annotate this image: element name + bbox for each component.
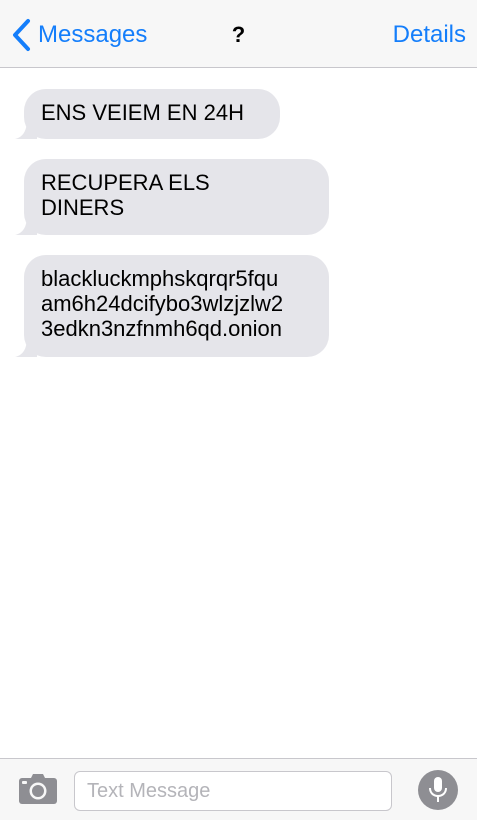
- message-text: RECUPERA ELS DINERS: [41, 170, 210, 220]
- bubble-tail: [15, 337, 37, 357]
- text-message-input[interactable]: [74, 771, 392, 811]
- message-input-bar: [0, 758, 477, 820]
- message-bubble: RECUPERA ELS DINERS: [15, 159, 329, 235]
- message-bubble: ENS VEIEM EN 24H: [15, 89, 280, 139]
- back-button[interactable]: Messages: [10, 16, 147, 54]
- microphone-button[interactable]: [418, 770, 458, 810]
- message-bubble: blackluckmphskqrqr5fqu am6h24dcifybo3wlz…: [15, 255, 329, 357]
- navigation-bar: Messages ? Details: [0, 0, 477, 68]
- camera-button[interactable]: [18, 773, 58, 805]
- back-button-label: Messages: [38, 21, 148, 48]
- camera-icon: [19, 774, 57, 804]
- bubble-tail: [15, 119, 37, 139]
- message-text: ENS VEIEM EN 24H: [41, 100, 244, 125]
- bubble-tail: [15, 215, 37, 235]
- message-text: blackluckmphskqrqr5fqu am6h24dcifybo3wlz…: [41, 266, 284, 341]
- details-button[interactable]: Details: [393, 20, 466, 50]
- microphone-icon: [429, 777, 447, 802]
- chevron-left-icon: [13, 19, 30, 51]
